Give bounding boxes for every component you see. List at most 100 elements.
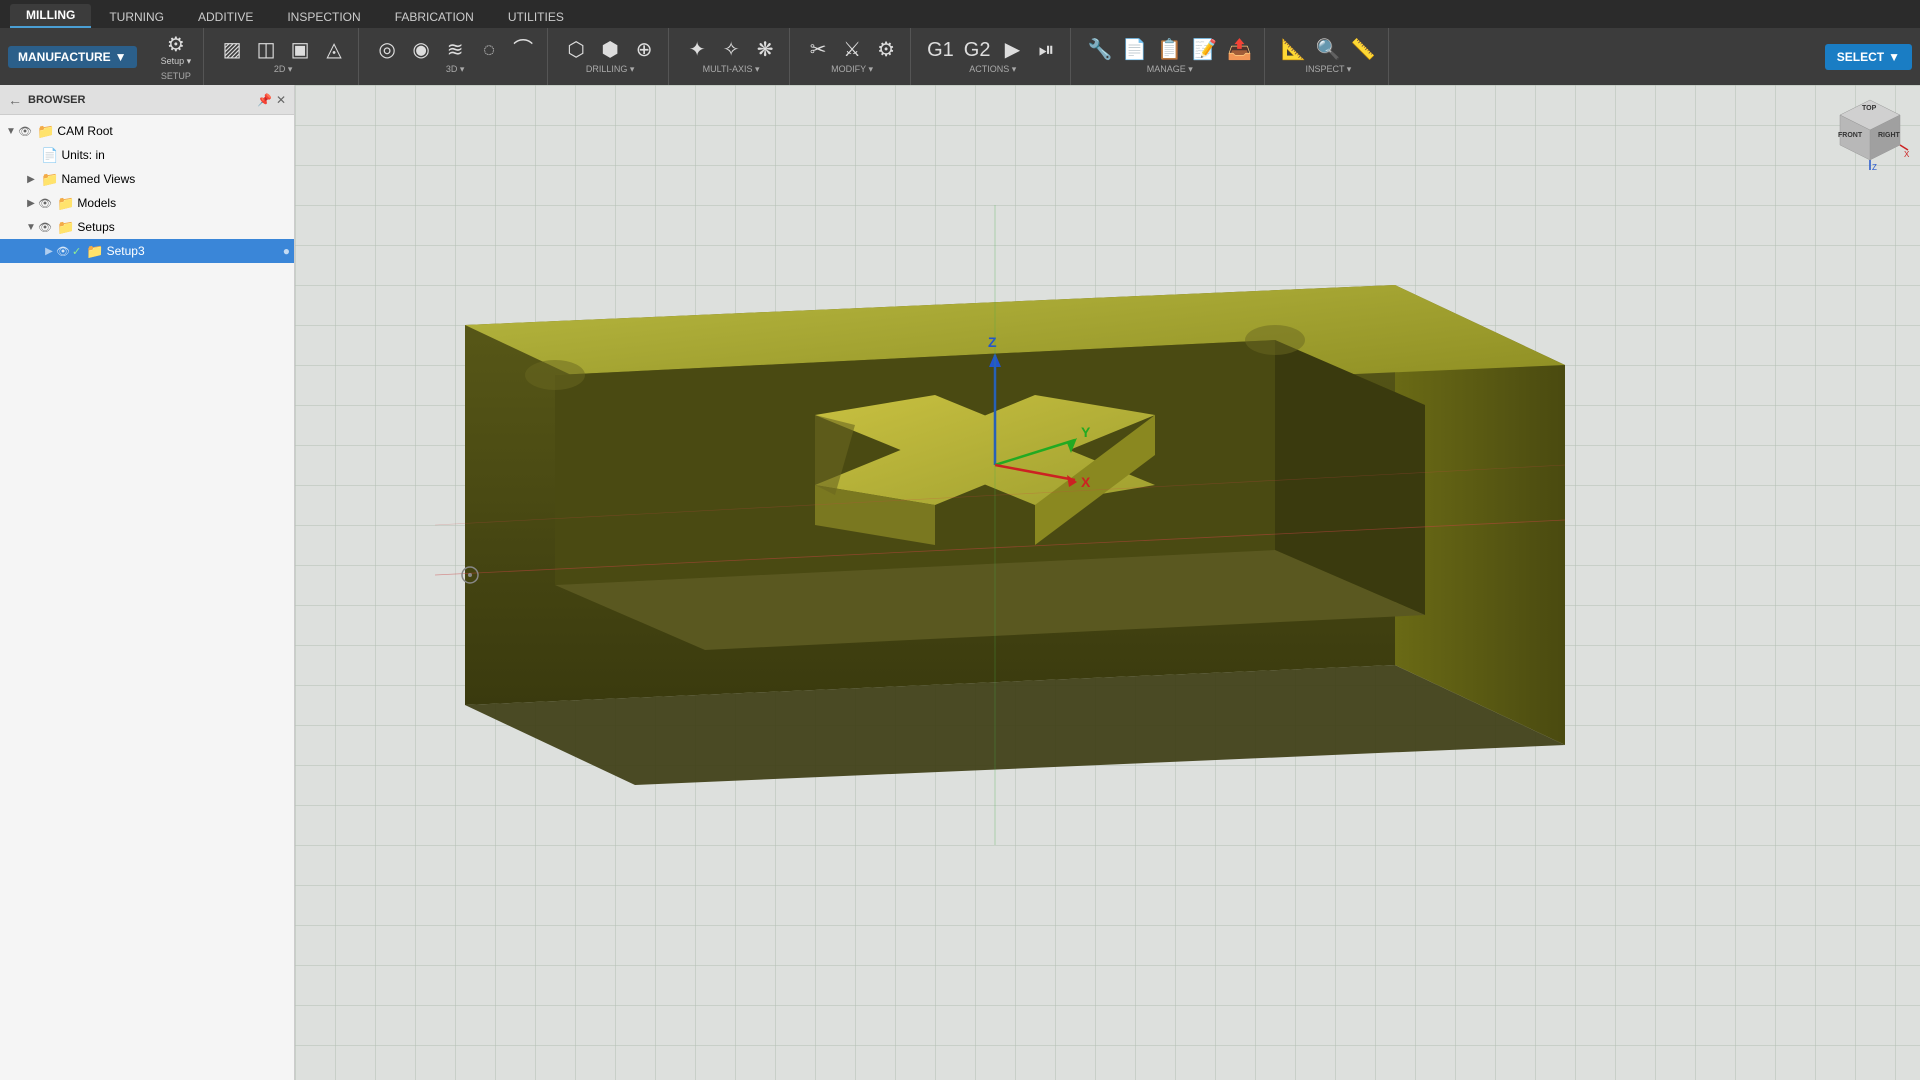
setups-label: Setups bbox=[77, 220, 290, 234]
setup3-label: Setup3 bbox=[107, 244, 279, 258]
manufacture-label: MANUFACTURE bbox=[18, 50, 111, 64]
tree-setup3[interactable]: ▶ 👁 ✓ 📁 Setup3 ● bbox=[0, 239, 294, 263]
named-views-arrow: ▶ bbox=[24, 174, 38, 185]
inspect-btn-1[interactable]: 📐 bbox=[1277, 38, 1310, 62]
3d-btn-3[interactable]: ≋ bbox=[439, 38, 471, 62]
contour3d-icon: ◌ bbox=[483, 40, 495, 60]
drill-btn-2[interactable]: ⬢ bbox=[594, 38, 626, 62]
browser-pin-icon[interactable]: 📌 bbox=[257, 93, 272, 107]
cam-root-label: CAM Root bbox=[57, 124, 290, 138]
drilling-group: ⬡ ⬢ ⊕ DRILLING ▾ bbox=[552, 28, 669, 85]
bore-icon: ⬢ bbox=[601, 40, 618, 60]
simulate-icon: ⏯ bbox=[1038, 40, 1054, 60]
measure-icon: 📐 bbox=[1281, 40, 1306, 60]
3d-btn-2[interactable]: ◉ bbox=[405, 38, 437, 62]
tab-milling[interactable]: MILLING bbox=[10, 4, 91, 28]
3d-buttons: ◎ ◉ ≋ ◌ ⌒ bbox=[371, 38, 539, 62]
tool-library-icon: 🔧 bbox=[1087, 40, 1112, 60]
tab-turning[interactable]: TURNING bbox=[93, 6, 180, 28]
models-eye[interactable]: 👁 bbox=[38, 197, 52, 210]
2d-btn-4[interactable]: ◬ bbox=[318, 38, 350, 62]
modify-label: MODIFY ▾ bbox=[831, 64, 873, 75]
setups-icon: 📁 bbox=[57, 219, 74, 236]
viewport-canvas: Z Y X TOP bbox=[295, 85, 1920, 1080]
actions-btn-1[interactable]: G1 bbox=[923, 38, 958, 62]
manage-buttons: 🔧 📄 📋 📝 📤 bbox=[1083, 38, 1256, 62]
manufacture-chevron: ▼ bbox=[115, 50, 127, 64]
manage-btn-3[interactable]: 📋 bbox=[1153, 38, 1186, 62]
manage-btn-4[interactable]: 📝 bbox=[1188, 38, 1221, 62]
tab-row: MILLING TURNING ADDITIVE INSPECTION FABR… bbox=[0, 0, 1920, 28]
drill-btn-3[interactable]: ⊕ bbox=[628, 38, 660, 62]
actions-btn-2[interactable]: G2 bbox=[960, 38, 995, 62]
setup3-eye[interactable]: 👁 bbox=[56, 245, 70, 258]
svg-text:X: X bbox=[1904, 150, 1910, 159]
inspect-btn-3[interactable]: 📏 bbox=[1347, 38, 1380, 62]
browser-title: BROWSER bbox=[28, 94, 85, 106]
drill-btn-1[interactable]: ⬡ bbox=[560, 38, 592, 62]
modify-btn-3[interactable]: ⚙ bbox=[870, 38, 902, 62]
setups-eye[interactable]: 👁 bbox=[38, 221, 52, 234]
manage-btn-5[interactable]: 📤 bbox=[1223, 38, 1256, 62]
inspect-btn-2[interactable]: 🔍 bbox=[1312, 38, 1345, 62]
multiaxis-btn-1[interactable]: ✦ bbox=[681, 38, 713, 62]
manage-group: 🔧 📄 📋 📝 📤 MANAGE ▾ bbox=[1075, 28, 1265, 85]
tab-utilities[interactable]: UTILITIES bbox=[492, 6, 580, 28]
actions-btn-3[interactable]: ▶ bbox=[996, 38, 1028, 62]
3d-btn-1[interactable]: ◎ bbox=[371, 38, 403, 62]
manufacture-button[interactable]: MANUFACTURE ▼ bbox=[8, 46, 137, 68]
browser-back-icon[interactable]: ← bbox=[8, 92, 22, 108]
modify-group: ✂ ⚔ ⚙ MODIFY ▾ bbox=[794, 28, 911, 85]
svg-text:Z: Z bbox=[988, 334, 997, 350]
parallel-icon: ≋ bbox=[447, 40, 464, 60]
tree-cam-root[interactable]: ▼ 👁 📁 CAM Root bbox=[0, 119, 294, 143]
manage-btn-2[interactable]: 📄 bbox=[1118, 38, 1151, 62]
3d-btn-5[interactable]: ⌒ bbox=[507, 38, 539, 62]
modify-btn-2[interactable]: ⚔ bbox=[836, 38, 868, 62]
actions-buttons: G1 G2 ▶ ⏯ bbox=[923, 38, 1062, 62]
viewport[interactable]: Z Y X TOP bbox=[295, 85, 1920, 1080]
models-icon: 📁 bbox=[57, 195, 74, 212]
2d-btn-1[interactable]: ▨ bbox=[216, 38, 248, 62]
select-button[interactable]: SELECT ▼ bbox=[1825, 44, 1912, 70]
thread-icon: ⊕ bbox=[636, 40, 653, 60]
actions-btn-4[interactable]: ⏯ bbox=[1030, 38, 1062, 62]
inspect-label: INSPECT ▾ bbox=[1305, 64, 1351, 75]
setup3-check: ✓ bbox=[72, 245, 81, 258]
manage-btn-1[interactable]: 🔧 bbox=[1083, 38, 1116, 62]
tree-models[interactable]: ▶ 👁 📁 Models bbox=[0, 191, 294, 215]
tree-units[interactable]: ▶ 📄 Units: in bbox=[0, 143, 294, 167]
inspect-group: 📐 🔍 📏 INSPECT ▾ bbox=[1269, 28, 1389, 85]
units-arrow: ▶ bbox=[24, 150, 38, 161]
multiaxis-btn-2[interactable]: ✧ bbox=[715, 38, 747, 62]
2d-btn-3[interactable]: ▣ bbox=[284, 38, 316, 62]
drilling-label: DRILLING ▾ bbox=[586, 64, 635, 75]
multi2-icon: ✧ bbox=[723, 40, 740, 60]
tree-setups[interactable]: ▼ 👁 📁 Setups bbox=[0, 215, 294, 239]
3d-btn-4[interactable]: ◌ bbox=[473, 38, 505, 62]
modify-btn-1[interactable]: ✂ bbox=[802, 38, 834, 62]
multiaxis-btn-3[interactable]: ❋ bbox=[749, 38, 781, 62]
select-chevron: ▼ bbox=[1888, 50, 1900, 64]
modify-buttons: ✂ ⚔ ⚙ bbox=[802, 38, 902, 62]
setup-btn[interactable]: ⚙ Setup ▾ bbox=[157, 33, 196, 69]
cam-root-eye[interactable]: 👁 bbox=[18, 125, 32, 138]
3d-label: 3D ▾ bbox=[446, 64, 465, 75]
ramp3d-icon: ⌒ bbox=[513, 40, 533, 60]
face-mill-icon: ▨ bbox=[223, 40, 242, 60]
tab-fabrication[interactable]: FABRICATION bbox=[379, 6, 490, 28]
g2-icon: G2 bbox=[964, 40, 991, 60]
2d-btn-2[interactable]: ◫ bbox=[250, 38, 282, 62]
svg-text:Z: Z bbox=[1872, 163, 1877, 172]
tree-named-views[interactable]: ▶ 📁 Named Views bbox=[0, 167, 294, 191]
modify2-icon: ⚔ bbox=[843, 40, 861, 60]
drilling-buttons: ⬡ ⬢ ⊕ bbox=[560, 38, 660, 62]
browser-content: ▼ 👁 📁 CAM Root ▶ 📄 Units: in ▶ 📁 Named V… bbox=[0, 115, 294, 1080]
setup3-icon: 📁 bbox=[86, 243, 103, 260]
tab-additive[interactable]: ADDITIVE bbox=[182, 6, 269, 28]
tab-inspection[interactable]: INSPECTION bbox=[271, 6, 376, 28]
browser-close-icon[interactable]: ✕ bbox=[276, 93, 286, 107]
setup-group: ⚙ Setup ▾ SETUP bbox=[149, 28, 205, 85]
svg-text:TOP: TOP bbox=[1862, 105, 1877, 112]
select-label: SELECT bbox=[1837, 50, 1884, 64]
